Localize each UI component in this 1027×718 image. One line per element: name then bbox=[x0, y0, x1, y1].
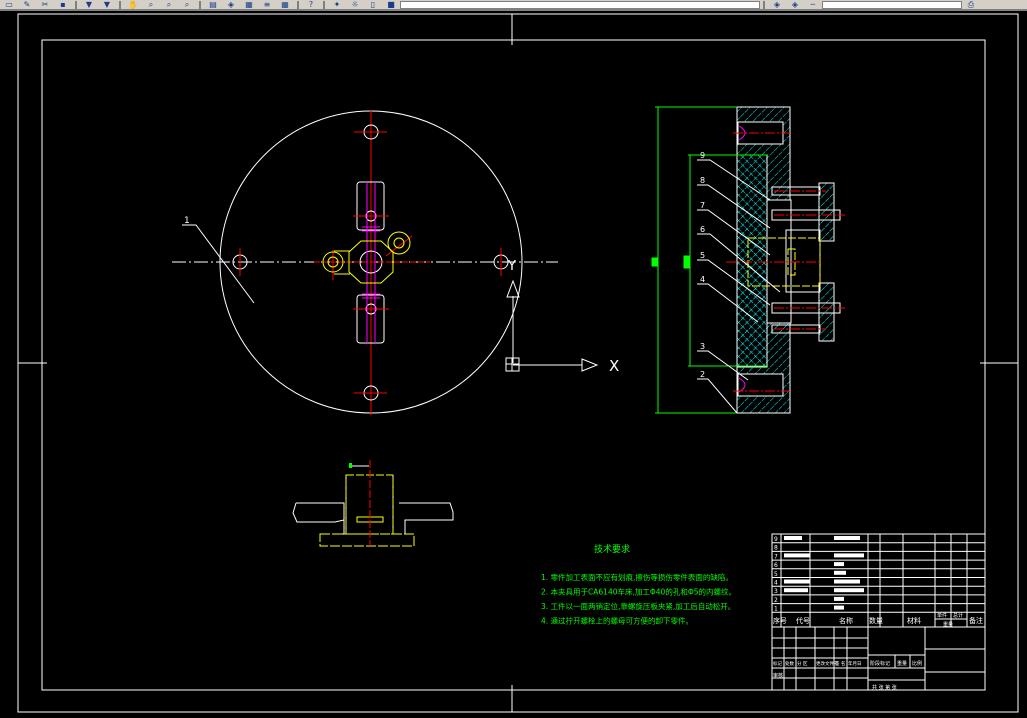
toolpalette-icon[interactable]: ▦ bbox=[243, 1, 255, 9]
title-block-weight-label: 重量 bbox=[897, 660, 907, 667]
balloon-label: 9 bbox=[700, 151, 705, 160]
parts-cell-text bbox=[834, 605, 844, 610]
toolbar-separator bbox=[75, 0, 77, 9]
parts-header-no: 序号 bbox=[773, 616, 787, 625]
parts-row-number: 9 bbox=[774, 536, 778, 543]
print-icon[interactable]: ⎙ bbox=[965, 1, 977, 9]
title-block-stage-label: 阶段标记 bbox=[870, 660, 890, 667]
ucs-x-label: X bbox=[609, 357, 619, 375]
bulb-icon[interactable]: ✦ bbox=[331, 1, 343, 9]
cut-icon[interactable]: ✂ bbox=[39, 1, 51, 9]
parts-row-number: 8 bbox=[774, 545, 778, 552]
plan-view: 1 bbox=[172, 110, 558, 415]
linetype-icon[interactable]: ╌ bbox=[807, 1, 819, 9]
layer-icon[interactable]: ◈ bbox=[225, 1, 237, 9]
parts-cell-text bbox=[834, 553, 864, 558]
parts-header-material: 材料 bbox=[907, 616, 921, 625]
ucs-y-label: Y bbox=[507, 259, 516, 274]
layer-previous-icon[interactable]: ◈ bbox=[771, 1, 783, 9]
parts-cell-text bbox=[834, 562, 844, 567]
balloon-label: 4 bbox=[700, 275, 705, 284]
title-block-sheet-label: 共 张 第 张 bbox=[872, 684, 897, 691]
parts-row-number: 4 bbox=[774, 580, 778, 587]
toolbar-separator bbox=[323, 0, 325, 9]
balloon-label: 3 bbox=[700, 342, 705, 351]
approval-label: 分 区 bbox=[797, 660, 808, 667]
tech-note: 2. 本夹具用于CA6140车床,加工Φ40的孔和Φ5的内螺纹。 bbox=[541, 587, 736, 597]
parts-header-total_weight: 总计 bbox=[953, 612, 963, 619]
title-block-scale-label: 比例 bbox=[912, 660, 922, 667]
toolbar-separator bbox=[199, 0, 201, 9]
zoom-previous-icon[interactable]: ⌕ bbox=[181, 1, 193, 9]
parts-header-code: 代号 bbox=[796, 616, 810, 625]
drawing-canvas[interactable]: 1 X Y 98765432 技术要求 1. 零件加工表面不应有划痕,擦伤等损伤… bbox=[0, 11, 1027, 718]
parts-row-number: 6 bbox=[774, 562, 778, 569]
parts-header-remarks: 备注 bbox=[969, 616, 983, 625]
leader-label: 1 bbox=[184, 216, 190, 226]
linetype-dropdown[interactable] bbox=[822, 0, 962, 9]
side-view bbox=[292, 460, 454, 547]
properties-icon[interactable]: ▤ bbox=[207, 1, 219, 9]
tech-note: 3. 工件以一面两销定位,靠螺旋压板夹紧,加工后自动松开。 bbox=[541, 601, 735, 611]
parts-header-name: 名称 bbox=[839, 616, 853, 625]
stack-icon[interactable]: ≡ bbox=[261, 1, 273, 9]
paste-icon[interactable]: ▪ bbox=[57, 1, 69, 9]
balloon-label: 8 bbox=[700, 176, 705, 185]
toolbar-separator bbox=[119, 0, 121, 9]
approval-label: 签 名 bbox=[835, 660, 845, 667]
parts-header-unit_weight: 单件 bbox=[937, 612, 947, 619]
leader-line bbox=[182, 224, 255, 304]
color-square-icon[interactable]: ■ bbox=[385, 1, 397, 9]
layer-icon[interactable]: ◈ bbox=[789, 1, 801, 9]
parts-cell-text bbox=[784, 536, 802, 540]
layer-dropdown[interactable] bbox=[400, 0, 760, 9]
zoom-icon[interactable]: ⌕ bbox=[145, 1, 157, 9]
parts-header-weight: 重量 bbox=[943, 621, 953, 628]
section-view: 9 8 7 6 5 4 3 2 bbox=[651, 106, 845, 414]
balloon-label: 7 bbox=[700, 201, 705, 210]
pan-icon[interactable]: ✋ bbox=[127, 1, 139, 9]
tech-note: 4. 通过拧开螺栓上的螺母可方便的卸下零件。 bbox=[541, 616, 693, 626]
sun-icon[interactable]: ☼ bbox=[349, 1, 361, 9]
title-block-audit-label: 审核 bbox=[773, 672, 783, 679]
arrow-down-icon[interactable]: ▼ bbox=[83, 1, 95, 9]
toolbar-separator bbox=[763, 0, 765, 9]
parts-cell-text bbox=[784, 553, 810, 558]
parts-cell-text bbox=[784, 588, 808, 593]
parts-cell-text bbox=[784, 579, 810, 584]
pencil-icon[interactable]: ✎ bbox=[21, 1, 33, 9]
standard-toolbar: ▭ ✎ ✂ ▪ ▼ ▼ ✋ ⌕ ⌕ ⌕ ▤ ◈ ▦ ≡ ▦? ✦ ☼ ▯ ■ ◈ ◈ ╌ ⎙ bbox=[0, 0, 1027, 11]
parts-row-number: 1 bbox=[774, 606, 778, 613]
balloon-label: 5 bbox=[700, 251, 705, 260]
calculator-icon[interactable]: ▦ bbox=[279, 1, 291, 9]
lock-icon[interactable]: ▯ bbox=[367, 1, 379, 9]
parts-cell-text bbox=[834, 536, 860, 540]
balloon-label: 2 bbox=[700, 370, 705, 379]
parts-cell-text bbox=[834, 579, 860, 584]
approval-label: 标记 bbox=[773, 660, 782, 667]
technical-requirements: 技术要求 1. 零件加工表面不应有划痕,擦伤等损伤零件表面的缺陷。 2. 本夹具用… bbox=[541, 543, 736, 626]
parts-row-number: 7 bbox=[774, 553, 778, 560]
tech-req-title: 技术要求 bbox=[594, 543, 630, 555]
parts-cell-text bbox=[834, 596, 844, 601]
arrow-down-icon[interactable]: ▼ bbox=[101, 1, 113, 9]
parts-cell-text bbox=[834, 588, 864, 593]
approval-label: 处数 bbox=[785, 660, 794, 667]
help-icon[interactable]: ? bbox=[305, 1, 317, 9]
tech-note: 1. 零件加工表面不应有划痕,擦伤等损伤零件表面的缺陷。 bbox=[541, 572, 733, 582]
zoom-window-icon[interactable]: ⌕ bbox=[163, 1, 175, 9]
toolbar-separator bbox=[297, 0, 299, 9]
ucs-icon bbox=[505, 279, 599, 372]
save-icon[interactable]: ▭ bbox=[3, 1, 15, 9]
parts-header-qty: 数量 bbox=[869, 616, 883, 625]
parts-cell-text bbox=[834, 570, 846, 575]
approval-label: 年月日 bbox=[848, 660, 862, 667]
parts-row-number: 2 bbox=[774, 597, 778, 604]
balloon-label: 6 bbox=[700, 225, 705, 234]
parts-row-number: 3 bbox=[774, 588, 778, 595]
parts-row-number: 5 bbox=[774, 571, 778, 578]
